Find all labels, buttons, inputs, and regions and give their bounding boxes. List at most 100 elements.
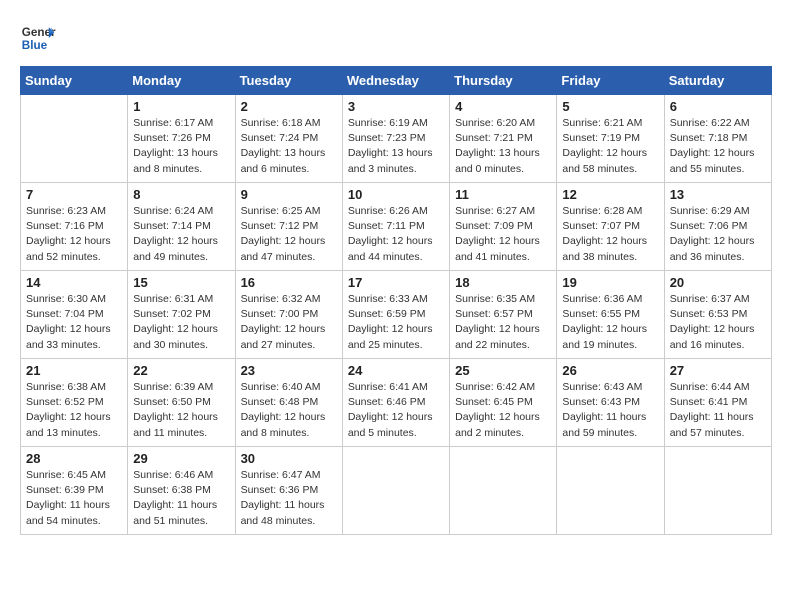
day-info: Sunrise: 6:18 AMSunset: 7:24 PMDaylight:… <box>241 116 337 177</box>
calendar-cell: 14 Sunrise: 6:30 AMSunset: 7:04 PMDayligh… <box>21 271 128 359</box>
day-number: 20 <box>670 275 766 290</box>
calendar-cell <box>21 95 128 183</box>
column-header-tuesday: Tuesday <box>235 67 342 95</box>
day-info: Sunrise: 6:32 AMSunset: 7:00 PMDaylight:… <box>241 292 337 353</box>
day-number: 16 <box>241 275 337 290</box>
day-info: Sunrise: 6:33 AMSunset: 6:59 PMDaylight:… <box>348 292 444 353</box>
day-info: Sunrise: 6:43 AMSunset: 6:43 PMDaylight:… <box>562 380 658 441</box>
day-info: Sunrise: 6:37 AMSunset: 6:53 PMDaylight:… <box>670 292 766 353</box>
calendar-cell <box>664 447 771 535</box>
calendar-cell: 6 Sunrise: 6:22 AMSunset: 7:18 PMDaylight… <box>664 95 771 183</box>
day-number: 23 <box>241 363 337 378</box>
day-info: Sunrise: 6:46 AMSunset: 6:38 PMDaylight:… <box>133 468 229 529</box>
day-info: Sunrise: 6:29 AMSunset: 7:06 PMDaylight:… <box>670 204 766 265</box>
day-info: Sunrise: 6:20 AMSunset: 7:21 PMDaylight:… <box>455 116 551 177</box>
column-header-thursday: Thursday <box>450 67 557 95</box>
day-number: 7 <box>26 187 122 202</box>
day-number: 8 <box>133 187 229 202</box>
day-number: 24 <box>348 363 444 378</box>
day-info: Sunrise: 6:41 AMSunset: 6:46 PMDaylight:… <box>348 380 444 441</box>
day-number: 27 <box>670 363 766 378</box>
page-header: General Blue <box>20 20 772 56</box>
day-info: Sunrise: 6:31 AMSunset: 7:02 PMDaylight:… <box>133 292 229 353</box>
day-info: Sunrise: 6:22 AMSunset: 7:18 PMDaylight:… <box>670 116 766 177</box>
day-number: 5 <box>562 99 658 114</box>
day-info: Sunrise: 6:36 AMSunset: 6:55 PMDaylight:… <box>562 292 658 353</box>
day-number: 14 <box>26 275 122 290</box>
calendar-table: SundayMondayTuesdayWednesdayThursdayFrid… <box>20 66 772 535</box>
calendar-cell: 28 Sunrise: 6:45 AMSunset: 6:39 PMDayligh… <box>21 447 128 535</box>
day-number: 12 <box>562 187 658 202</box>
calendar-cell: 12 Sunrise: 6:28 AMSunset: 7:07 PMDayligh… <box>557 183 664 271</box>
calendar-cell: 15 Sunrise: 6:31 AMSunset: 7:02 PMDayligh… <box>128 271 235 359</box>
day-info: Sunrise: 6:27 AMSunset: 7:09 PMDaylight:… <box>455 204 551 265</box>
day-number: 15 <box>133 275 229 290</box>
calendar-cell: 26 Sunrise: 6:43 AMSunset: 6:43 PMDayligh… <box>557 359 664 447</box>
calendar-cell <box>450 447 557 535</box>
day-info: Sunrise: 6:24 AMSunset: 7:14 PMDaylight:… <box>133 204 229 265</box>
day-number: 22 <box>133 363 229 378</box>
calendar-cell: 8 Sunrise: 6:24 AMSunset: 7:14 PMDaylight… <box>128 183 235 271</box>
calendar-cell: 17 Sunrise: 6:33 AMSunset: 6:59 PMDayligh… <box>342 271 449 359</box>
calendar-cell: 10 Sunrise: 6:26 AMSunset: 7:11 PMDayligh… <box>342 183 449 271</box>
day-info: Sunrise: 6:35 AMSunset: 6:57 PMDaylight:… <box>455 292 551 353</box>
day-info: Sunrise: 6:28 AMSunset: 7:07 PMDaylight:… <box>562 204 658 265</box>
calendar-cell: 25 Sunrise: 6:42 AMSunset: 6:45 PMDayligh… <box>450 359 557 447</box>
calendar-cell: 23 Sunrise: 6:40 AMSunset: 6:48 PMDayligh… <box>235 359 342 447</box>
day-info: Sunrise: 6:44 AMSunset: 6:41 PMDaylight:… <box>670 380 766 441</box>
calendar-cell: 1 Sunrise: 6:17 AMSunset: 7:26 PMDaylight… <box>128 95 235 183</box>
day-info: Sunrise: 6:23 AMSunset: 7:16 PMDaylight:… <box>26 204 122 265</box>
day-info: Sunrise: 6:39 AMSunset: 6:50 PMDaylight:… <box>133 380 229 441</box>
calendar-cell: 30Sunrise: 6:47 AMSunset: 6:36 PMDayligh… <box>235 447 342 535</box>
day-number: 30 <box>241 451 337 466</box>
day-info: Sunrise: 6:26 AMSunset: 7:11 PMDaylight:… <box>348 204 444 265</box>
calendar-cell: 18Sunrise: 6:35 AMSunset: 6:57 PMDayligh… <box>450 271 557 359</box>
day-info: Sunrise: 6:30 AMSunset: 7:04 PMDaylight:… <box>26 292 122 353</box>
svg-text:Blue: Blue <box>22 39 48 52</box>
day-number: 21 <box>26 363 122 378</box>
day-number: 25 <box>455 363 551 378</box>
calendar-cell: 13 Sunrise: 6:29 AMSunset: 7:06 PMDayligh… <box>664 183 771 271</box>
day-number: 29 <box>133 451 229 466</box>
calendar-cell: 3 Sunrise: 6:19 AMSunset: 7:23 PMDaylight… <box>342 95 449 183</box>
day-info: Sunrise: 6:42 AMSunset: 6:45 PMDaylight:… <box>455 380 551 441</box>
week-row-2: 7 Sunrise: 6:23 AMSunset: 7:16 PMDaylight… <box>21 183 772 271</box>
calendar-cell: 27 Sunrise: 6:44 AMSunset: 6:41 PMDayligh… <box>664 359 771 447</box>
day-number: 28 <box>26 451 122 466</box>
column-header-saturday: Saturday <box>664 67 771 95</box>
day-info: Sunrise: 6:40 AMSunset: 6:48 PMDaylight:… <box>241 380 337 441</box>
day-info: Sunrise: 6:45 AMSunset: 6:39 PMDaylight:… <box>26 468 122 529</box>
day-info: Sunrise: 6:19 AMSunset: 7:23 PMDaylight:… <box>348 116 444 177</box>
week-row-3: 14 Sunrise: 6:30 AMSunset: 7:04 PMDayligh… <box>21 271 772 359</box>
day-number: 13 <box>670 187 766 202</box>
calendar-cell: 2 Sunrise: 6:18 AMSunset: 7:24 PMDaylight… <box>235 95 342 183</box>
calendar-header: SundayMondayTuesdayWednesdayThursdayFrid… <box>21 67 772 95</box>
calendar-cell: 11 Sunrise: 6:27 AMSunset: 7:09 PMDayligh… <box>450 183 557 271</box>
calendar-cell: 24 Sunrise: 6:41 AMSunset: 6:46 PMDayligh… <box>342 359 449 447</box>
week-row-1: 1 Sunrise: 6:17 AMSunset: 7:26 PMDaylight… <box>21 95 772 183</box>
day-info: Sunrise: 6:21 AMSunset: 7:19 PMDaylight:… <box>562 116 658 177</box>
day-info: Sunrise: 6:17 AMSunset: 7:26 PMDaylight:… <box>133 116 229 177</box>
day-number: 26 <box>562 363 658 378</box>
column-header-wednesday: Wednesday <box>342 67 449 95</box>
day-number: 10 <box>348 187 444 202</box>
day-number: 3 <box>348 99 444 114</box>
day-number: 19 <box>562 275 658 290</box>
calendar-cell <box>557 447 664 535</box>
day-number: 2 <box>241 99 337 114</box>
calendar-cell: 19 Sunrise: 6:36 AMSunset: 6:55 PMDayligh… <box>557 271 664 359</box>
calendar-cell: 21Sunrise: 6:38 AMSunset: 6:52 PMDayligh… <box>21 359 128 447</box>
calendar-cell: 16 Sunrise: 6:32 AMSunset: 7:00 PMDayligh… <box>235 271 342 359</box>
day-number: 1 <box>133 99 229 114</box>
day-number: 17 <box>348 275 444 290</box>
week-row-4: 21Sunrise: 6:38 AMSunset: 6:52 PMDayligh… <box>21 359 772 447</box>
calendar-cell: 4Sunrise: 6:20 AMSunset: 7:21 PMDaylight… <box>450 95 557 183</box>
calendar-cell: 20 Sunrise: 6:37 AMSunset: 6:53 PMDayligh… <box>664 271 771 359</box>
day-number: 6 <box>670 99 766 114</box>
calendar-cell: 7 Sunrise: 6:23 AMSunset: 7:16 PMDaylight… <box>21 183 128 271</box>
logo: General Blue <box>20 20 56 56</box>
calendar-cell: 29 Sunrise: 6:46 AMSunset: 6:38 PMDayligh… <box>128 447 235 535</box>
calendar-cell: 22 Sunrise: 6:39 AMSunset: 6:50 PMDayligh… <box>128 359 235 447</box>
logo-icon: General Blue <box>20 20 56 56</box>
day-number: 11 <box>455 187 551 202</box>
